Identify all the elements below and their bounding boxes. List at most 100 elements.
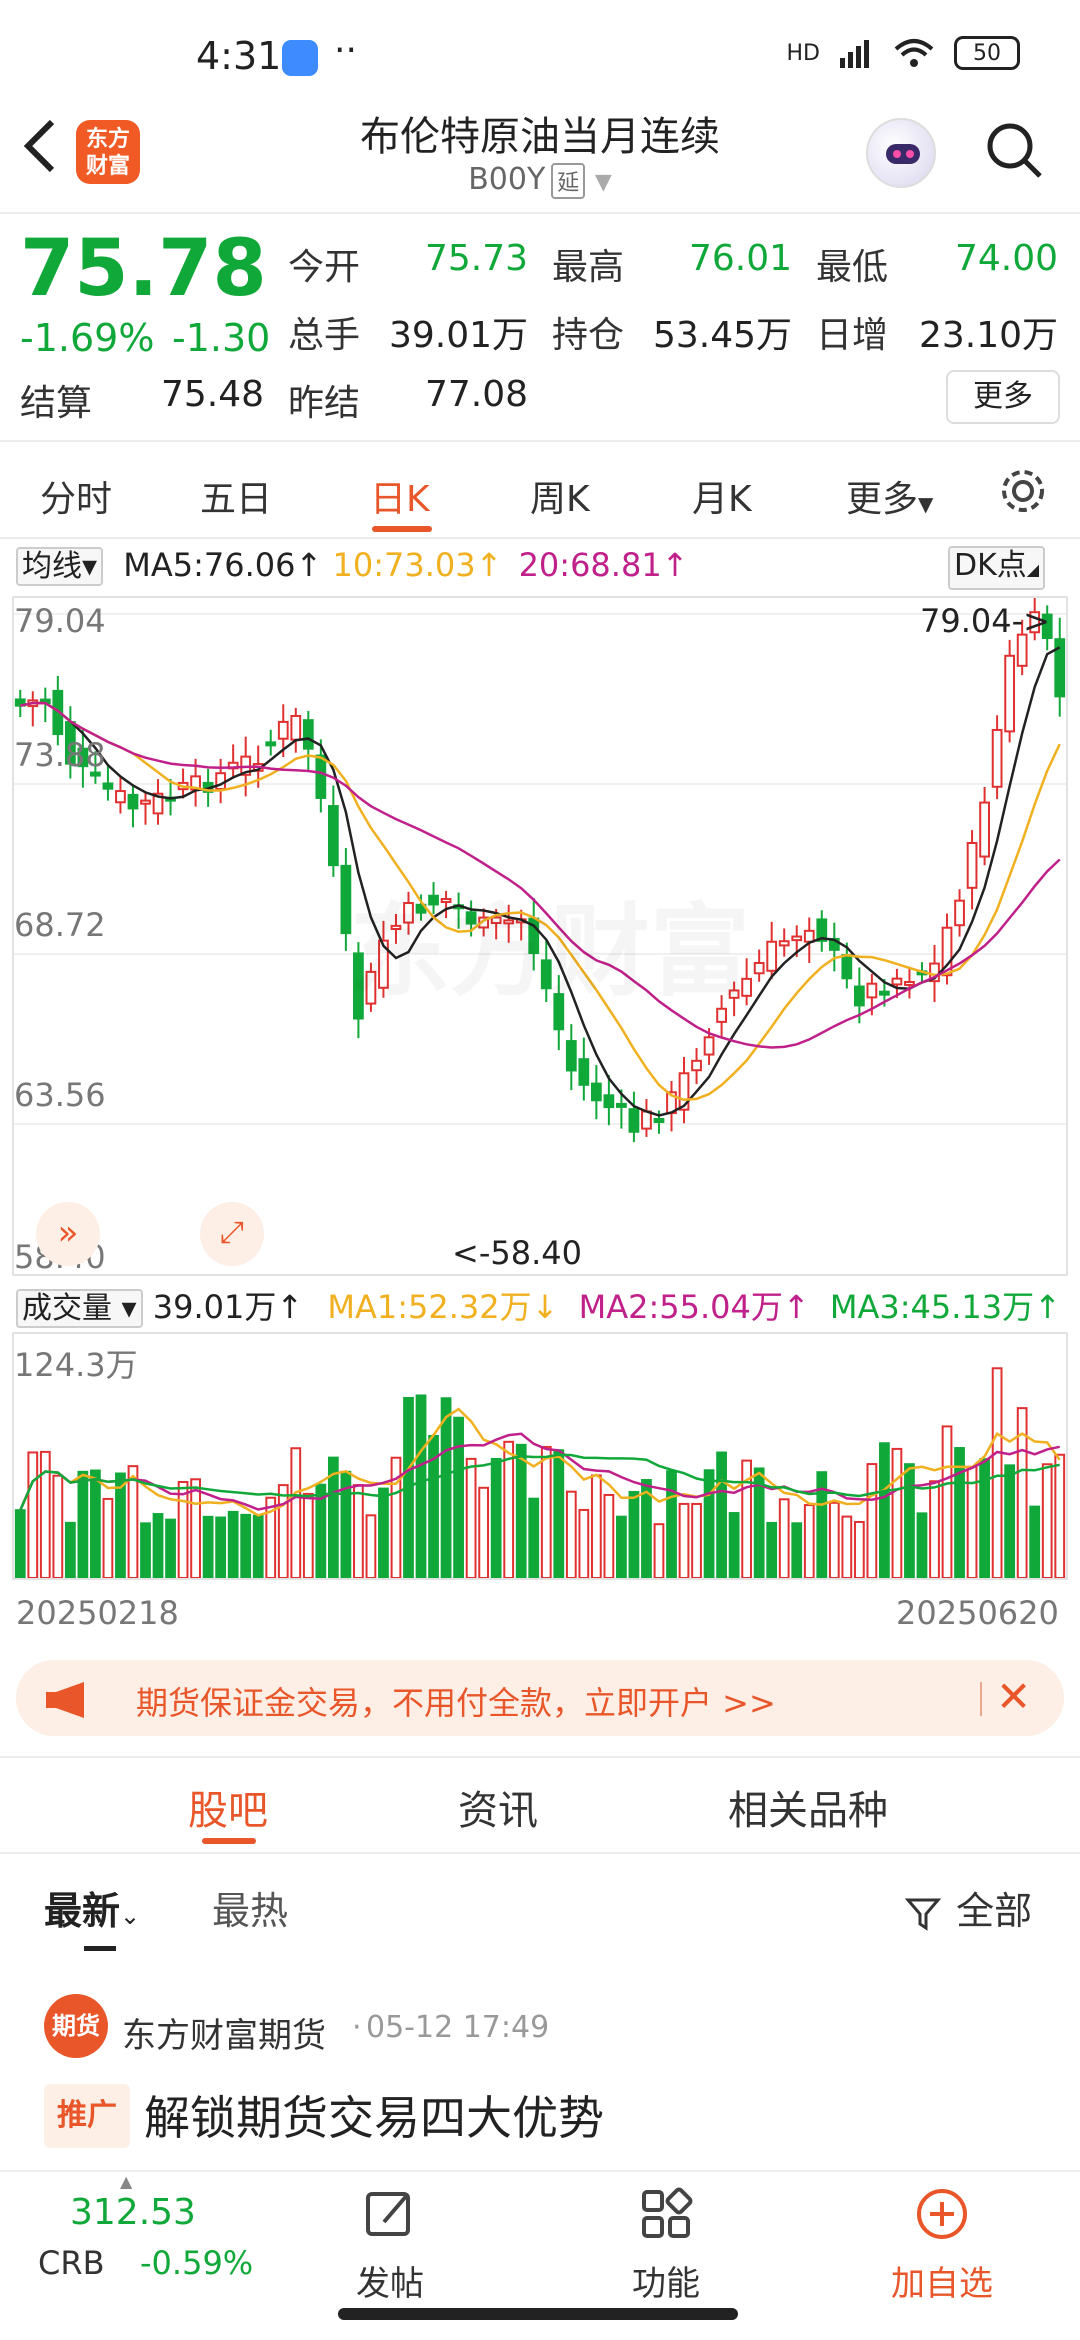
divider	[0, 212, 1080, 214]
chevron-down-icon: ⌄	[120, 1902, 141, 1930]
volume-bar	[353, 1484, 364, 1580]
crb-value[interactable]: 312.53	[70, 2192, 196, 2233]
add-watchlist-button[interactable]: 加自选	[862, 2186, 1022, 2305]
filter-icon	[904, 1889, 956, 1933]
signal-icon: HD	[786, 40, 820, 66]
crb-label: CRB	[38, 2244, 105, 2282]
expand-left-icon[interactable]: »	[36, 1202, 100, 1266]
volume-bar	[102, 1497, 114, 1579]
post-title[interactable]: 解锁期货交易四大优势	[144, 2082, 604, 2148]
author-name[interactable]: 东方财富期货	[122, 2008, 326, 2057]
watermark: 东方财富	[350, 870, 750, 1015]
banner-separator	[980, 1682, 982, 1716]
plus-circle-icon	[917, 2189, 967, 2239]
notification-app-icon	[282, 40, 318, 76]
grid-icon	[642, 2187, 693, 2238]
candle	[841, 954, 853, 980]
vol-ma2-value: MA2:55.04万↑	[578, 1288, 810, 1326]
ma-selector[interactable]: 均线▾	[16, 547, 104, 586]
more-notifications-icon: ··	[334, 30, 357, 71]
tab-intraday[interactable]: 分时	[40, 470, 112, 522]
candle	[641, 1110, 652, 1130]
wifi-icon	[894, 39, 934, 67]
volume-bar	[252, 1514, 264, 1579]
open-label: 今开	[288, 247, 361, 288]
volume-value: 39.01万	[388, 315, 528, 356]
vol-ma1-value: MA1:52.32万↓	[327, 1288, 559, 1326]
candle	[891, 977, 903, 986]
fullscreen-icon[interactable]: ⤢	[200, 1202, 264, 1266]
volume-bar	[52, 1474, 64, 1580]
volume-indicator-row: 成交量 ▾ 39.01万↑ MA1:52.32万↓ MA2:55.04万↑ MA…	[16, 1282, 1061, 1328]
candle	[691, 1059, 702, 1072]
dot-separator: ·	[352, 2010, 362, 2045]
volume-bar	[415, 1394, 427, 1580]
tab-forum[interactable]: 股吧	[188, 1778, 268, 1836]
volume-bar	[240, 1513, 252, 1579]
volume-bar	[127, 1465, 139, 1579]
candle	[991, 728, 1003, 788]
post-button[interactable]: 发帖	[310, 2186, 470, 2305]
search-icon[interactable]	[984, 120, 1044, 180]
volume-bar	[991, 1367, 1003, 1579]
volume-bar	[140, 1522, 151, 1579]
volume-bar	[904, 1463, 915, 1579]
prev-settle-value: 77.08	[424, 374, 528, 415]
low-annotation: <-58.40	[452, 1234, 582, 1272]
tab-related[interactable]: 相关品种	[728, 1778, 888, 1836]
active-tab-indicator	[372, 526, 432, 532]
assistant-avatar-icon[interactable]	[866, 118, 936, 188]
candle	[853, 985, 865, 1007]
banner-text[interactable]: 期货保证金交易，不用付全款，立即开户 >>	[136, 1678, 776, 1724]
volume-bar	[828, 1501, 840, 1579]
settle-value: 75.48	[160, 374, 264, 415]
signal-bars-icon	[840, 40, 869, 68]
candle	[703, 1036, 715, 1056]
tab-daily-k[interactable]: 日K	[370, 470, 430, 522]
volume-bar	[14, 1509, 26, 1579]
volume-bar	[227, 1510, 239, 1579]
status-bar: 4:31 ·· HD 50	[0, 0, 1080, 110]
indicator-row: 均线▾ MA5:76.06↑ 10:73.03↑ 20:68.81↑	[16, 546, 688, 590]
status-time: 4:31	[196, 34, 282, 78]
volume-bar	[929, 1480, 940, 1580]
divider	[0, 1852, 1080, 1854]
function-button[interactable]: 功能	[586, 2186, 746, 2305]
more-quote-button[interactable]: 更多	[946, 370, 1060, 424]
close-icon[interactable]: ✕	[996, 1672, 1031, 1721]
volume-bar	[703, 1469, 715, 1579]
volume-chart[interactable]	[12, 1332, 1068, 1580]
sort-latest[interactable]: 最新⌄	[44, 1880, 140, 1940]
candle	[578, 1058, 590, 1086]
filter-all[interactable]: 全部	[904, 1880, 1032, 1940]
end-date: 20250620	[896, 1594, 1059, 1632]
volume-bar	[691, 1502, 702, 1579]
candle	[904, 980, 915, 986]
volume-bar	[302, 1492, 314, 1580]
volume-bar	[453, 1416, 464, 1579]
high-value: 76.01	[688, 238, 792, 279]
tab-weekly-k[interactable]: 周K	[530, 470, 590, 522]
candle	[315, 754, 327, 799]
post-time: 05-12 17:49	[366, 2010, 550, 2045]
gear-icon[interactable]	[998, 466, 1048, 516]
dk-point-selector[interactable]: DK点◢	[948, 546, 1046, 590]
daily-increase-value: 23.10万	[918, 315, 1058, 356]
candle	[290, 714, 302, 741]
ma5-value: MA5:76.06↑	[123, 546, 323, 584]
tab-news[interactable]: 资讯	[458, 1778, 538, 1836]
candle	[979, 801, 990, 858]
crb-change: -0.59%	[140, 2244, 254, 2282]
candle	[879, 990, 890, 996]
high-annotation: 79.04->	[920, 602, 1050, 640]
volume-bar	[778, 1498, 790, 1579]
tab-monthly-k[interactable]: 月K	[692, 470, 752, 522]
author-avatar[interactable]: 期货	[44, 1994, 108, 2058]
sort-hot[interactable]: 最热	[212, 1880, 288, 1940]
low-label: 最低	[816, 247, 889, 288]
volume-selector[interactable]: 成交量 ▾	[16, 1289, 143, 1328]
volume-bar	[866, 1463, 878, 1579]
tab-five-day[interactable]: 五日	[200, 470, 272, 522]
tab-more[interactable]: 更多▼	[846, 470, 933, 522]
volume-bar	[478, 1486, 490, 1580]
